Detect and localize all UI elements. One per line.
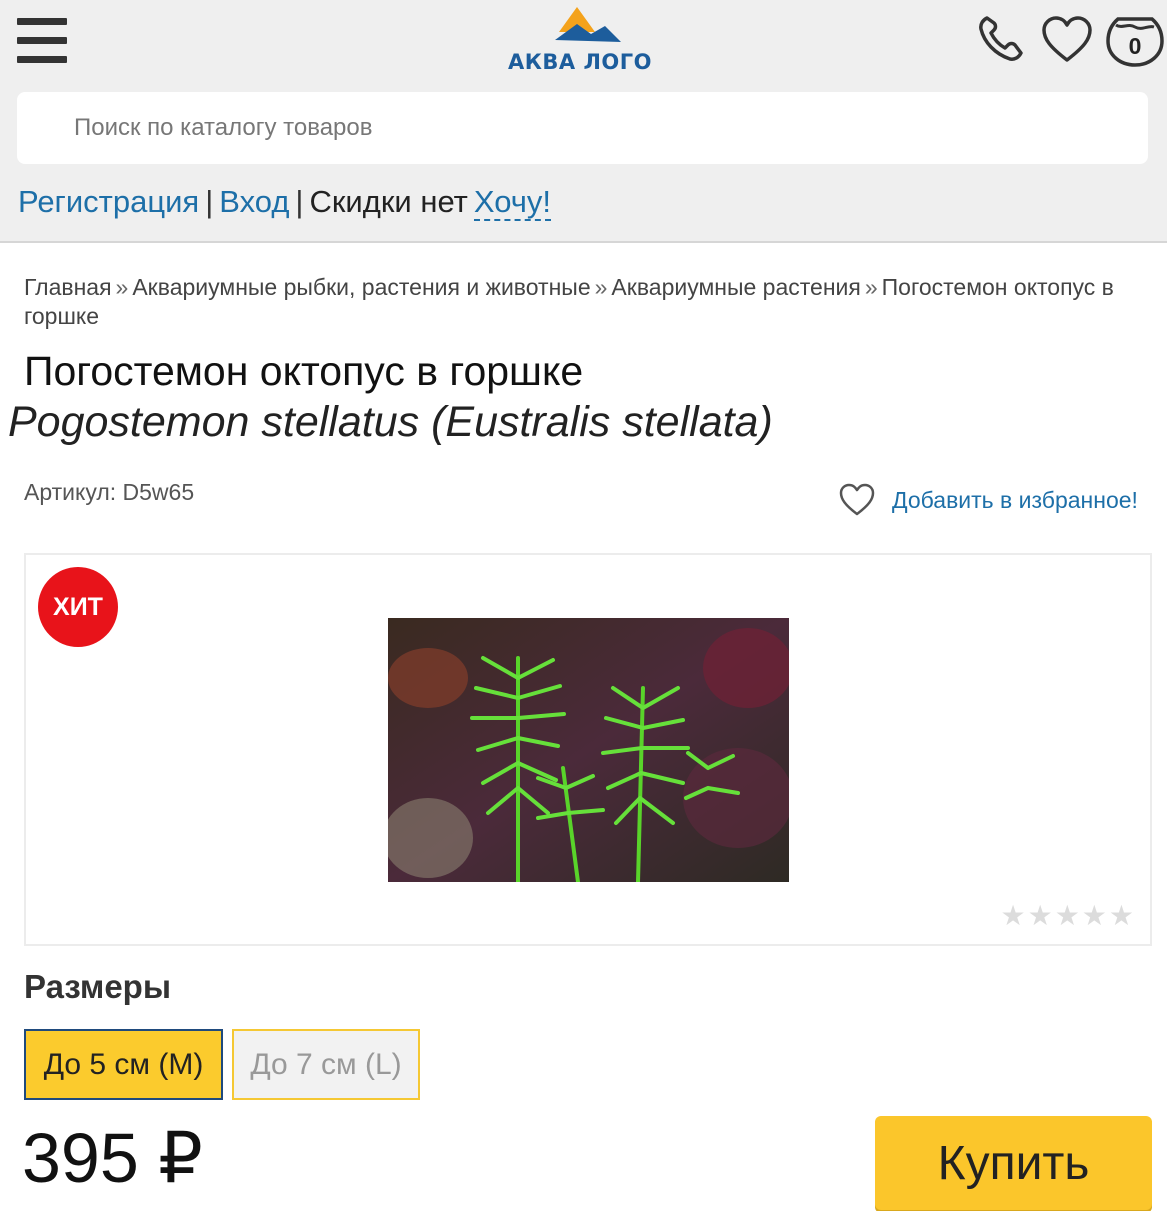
auth-line: Регистрация | Вход | Скидки нет Хочу! xyxy=(18,184,552,221)
size-option-m[interactable]: До 5 см (M) xyxy=(24,1029,223,1100)
breadcrumb-fish-plants[interactable]: Аквариумные рыбки, растения и животные xyxy=(132,274,590,300)
latin-name: Pogostemon stellatus (Eustralis stellata… xyxy=(8,398,773,446)
breadcrumb-home[interactable]: Главная xyxy=(24,274,112,300)
search-input[interactable] xyxy=(17,92,1148,164)
sku-label: Артикул: D5w65 xyxy=(24,479,195,505)
login-link[interactable]: Вход xyxy=(219,184,289,219)
cart-count-badge: 0 xyxy=(1128,33,1142,59)
logo-text: АКВА ЛОГО xyxy=(507,50,652,74)
heart-icon xyxy=(1042,16,1092,62)
menu-icon[interactable] xyxy=(17,18,69,66)
breadcrumb-separator: » xyxy=(594,274,608,300)
breadcrumb: Главная» Аквариумные рыбки, растения и жи… xyxy=(24,273,1124,331)
sizes-heading: Размеры xyxy=(24,968,172,1005)
logo-mark-icon xyxy=(555,7,621,42)
discount-status: Скидки нет xyxy=(309,184,468,219)
price: 395 ₽ xyxy=(22,1119,203,1197)
phone-button[interactable] xyxy=(975,12,1027,64)
phone-icon xyxy=(979,16,1023,61)
cart-button[interactable]: 0 xyxy=(1106,13,1164,67)
page-title: Погостемон октопус в горшке xyxy=(24,348,584,394)
separator: | xyxy=(205,184,214,219)
breadcrumb-separator: » xyxy=(864,274,878,300)
add-to-favorites-label: Добавить в избранное! xyxy=(892,486,1138,513)
buy-button[interactable]: Купить xyxy=(875,1116,1152,1210)
favorites-button[interactable] xyxy=(1040,14,1094,66)
heart-icon xyxy=(839,483,875,516)
product-photo[interactable] xyxy=(388,618,789,882)
site-logo[interactable]: АКВА ЛОГО xyxy=(500,4,660,74)
rating-stars[interactable]: ★★★★★ xyxy=(1000,899,1136,932)
header-bar: АКВА ЛОГО 0 Регистрация|Вход|Скидки нетХ… xyxy=(0,0,1167,243)
hit-badge: ХИТ xyxy=(38,567,118,647)
size-option-l[interactable]: До 7 см (L) xyxy=(232,1029,420,1100)
add-to-favorites-button[interactable]: Добавить в избранное! xyxy=(838,480,1154,520)
product-gallery: ХИТ ★★★★★ xyxy=(24,553,1152,946)
separator: | xyxy=(295,184,304,219)
register-link[interactable]: Регистрация xyxy=(18,184,199,219)
want-discount-link[interactable]: Хочу! xyxy=(473,184,552,221)
breadcrumb-aquarium-plants[interactable]: Аквариумные растения xyxy=(611,274,860,300)
breadcrumb-separator: » xyxy=(115,274,129,300)
